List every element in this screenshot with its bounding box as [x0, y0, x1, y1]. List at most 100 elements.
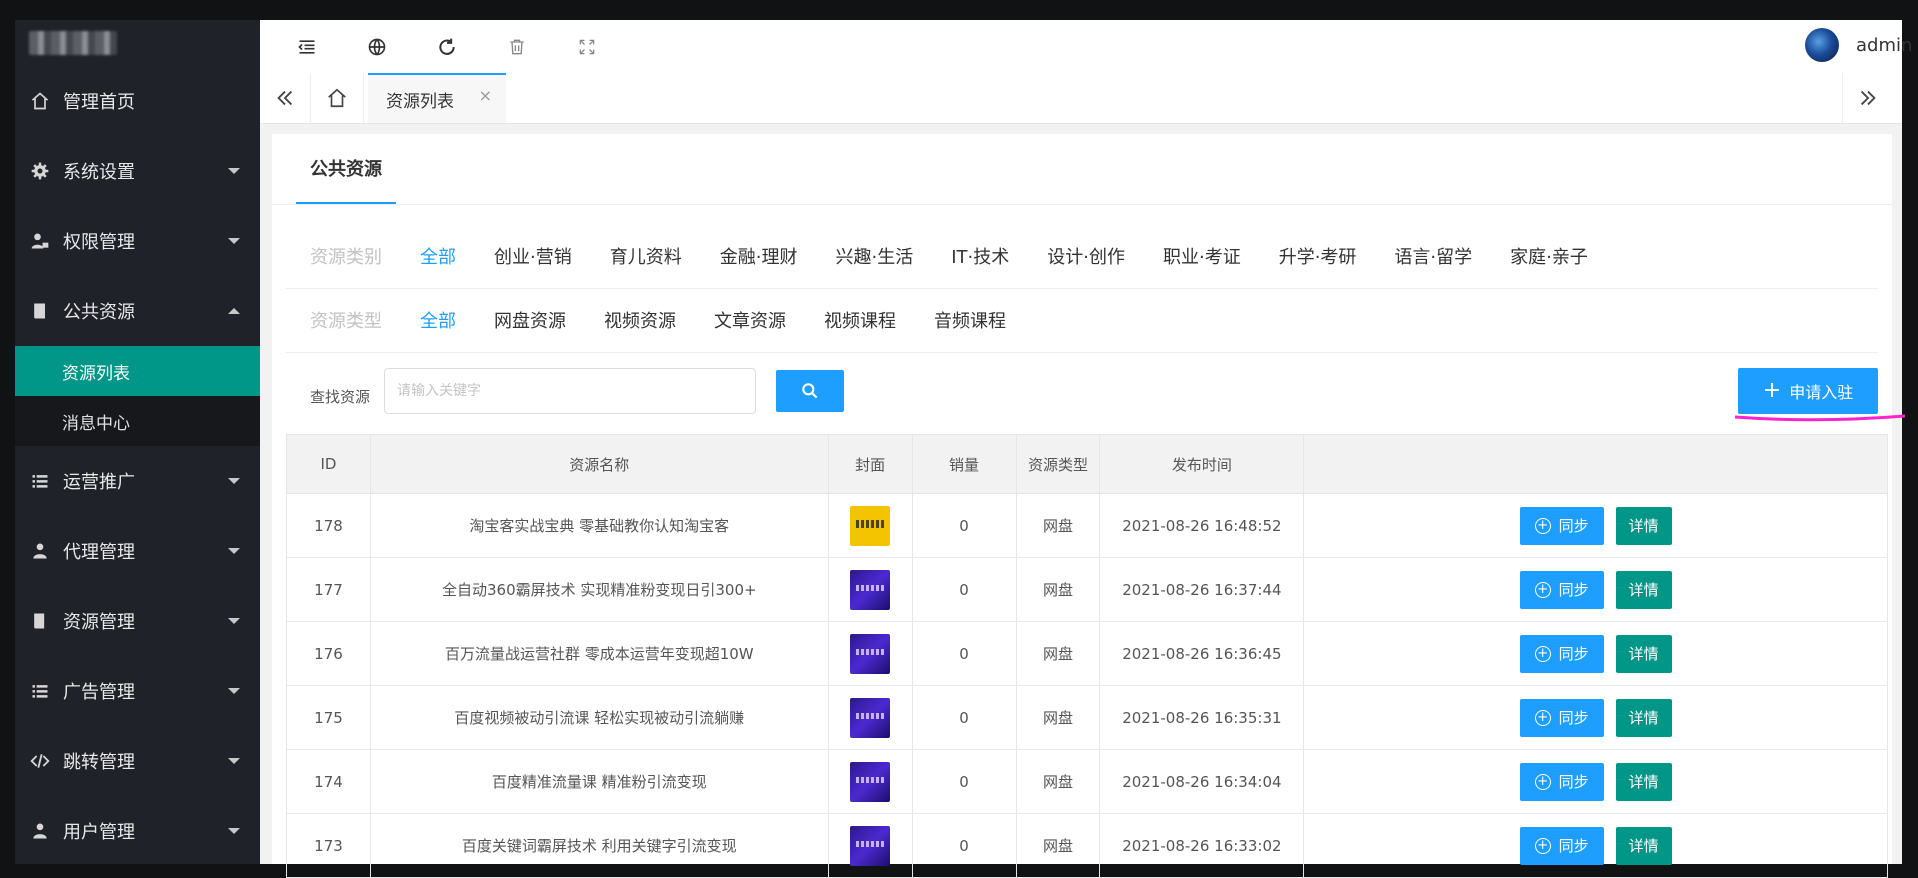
type-option[interactable]: 视频课程 [824, 307, 896, 333]
table-row: 174 百度精准流量课 精准粉引流变现 0 网盘 2021-08-26 16:34:04… [286, 749, 1888, 814]
cell-actions: + 同步 详情 [1303, 493, 1888, 558]
category-option[interactable]: 设计·创作 [1047, 243, 1125, 269]
plus-circle-icon: + [1534, 645, 1551, 662]
cover-thumbnail[interactable] [850, 825, 891, 866]
cover-thumbnail[interactable] [850, 569, 891, 610]
table-row: 175 百度视频被动引流课 轻松实现被动引流躺赚 0 网盘 2021-08-26 16:… [286, 685, 1888, 750]
sync-button[interactable]: + 同步 [1519, 634, 1604, 673]
sync-button[interactable]: + 同步 [1519, 698, 1604, 737]
sidebar-item-users[interactable]: 用户管理 [15, 796, 260, 864]
cell-sales: 0 [911, 685, 1017, 750]
cell-cover [827, 493, 913, 558]
sync-button[interactable]: + 同步 [1519, 506, 1604, 545]
detail-button[interactable]: 详情 [1615, 634, 1672, 673]
category-option[interactable]: 全部 [420, 243, 456, 269]
table-row: 178 淘宝客实战宝典 零基础教你认知淘宝客 0 网盘 2021-08-26 16:48… [286, 493, 1888, 558]
category-option[interactable]: 创业·营销 [494, 243, 572, 269]
type-option[interactable]: 网盘资源 [494, 307, 566, 333]
trash-icon[interactable] [506, 36, 528, 58]
category-option[interactable]: 职业·考证 [1163, 243, 1241, 269]
sync-label: 同步 [1558, 581, 1589, 599]
sidebar-item-operations[interactable]: 运营推广 [15, 446, 260, 516]
type-option[interactable]: 文章资源 [714, 307, 786, 333]
column-header-cover[interactable]: 封面 [827, 434, 913, 494]
type-option[interactable]: 音频课程 [934, 307, 1006, 333]
category-option[interactable]: 语言·留学 [1394, 243, 1472, 269]
sync-button[interactable]: + 同步 [1519, 826, 1604, 865]
search-button[interactable] [776, 370, 844, 412]
fullscreen-icon[interactable] [576, 36, 598, 58]
sidebar-item-agents[interactable]: 代理管理 [15, 516, 260, 586]
cell-cover [827, 557, 913, 622]
category-option[interactable]: IT·技术 [951, 243, 1009, 269]
globe-icon[interactable] [366, 36, 388, 58]
type-option[interactable]: 全部 [420, 307, 456, 333]
column-header-type[interactable]: 资源类型 [1015, 434, 1101, 494]
cell-actions: + 同步 详情 [1303, 813, 1888, 878]
detail-button[interactable]: 详情 [1615, 762, 1672, 801]
home-tab-icon[interactable] [310, 73, 364, 123]
cover-thumbnail[interactable] [850, 505, 891, 546]
cover-thumbnail[interactable] [850, 697, 891, 738]
tab-public-resources[interactable]: 公共资源 [296, 134, 396, 204]
detail-button[interactable]: 详情 [1615, 698, 1672, 737]
tabs-scroll-left-icon[interactable] [260, 73, 310, 123]
sidebar-item-message-center[interactable]: 消息中心 [15, 396, 260, 446]
sidebar: 管理首页 系统设置 权限管理 公共资源 资源列表 消息中心 运营推广 代理管理 … [15, 20, 260, 864]
chevron-down-icon [228, 478, 240, 484]
column-header-time[interactable]: 发布时间 [1099, 434, 1305, 494]
column-header-name[interactable]: 资源名称 [369, 434, 829, 494]
home-icon [29, 90, 51, 112]
refresh-icon[interactable] [436, 36, 458, 58]
cell-sales: 0 [911, 749, 1017, 814]
tabs-scroll-right-icon[interactable] [1842, 73, 1893, 123]
sync-button[interactable]: + 同步 [1519, 762, 1604, 801]
cell-name: 淘宝客实战宝典 零基础教你认知淘宝客 [369, 493, 829, 558]
cell-time: 2021-08-26 16:33:02 [1099, 813, 1305, 878]
close-icon[interactable]: × [479, 86, 492, 105]
tab-resource-list[interactable]: 资源列表 × [368, 73, 506, 123]
column-header-id[interactable]: ID [286, 434, 371, 494]
sidebar-item-label: 跳转管理 [63, 752, 135, 773]
column-header-sales[interactable]: 销量 [911, 434, 1017, 494]
sidebar-item-public-resources[interactable]: 公共资源 [15, 276, 260, 346]
sidebar-item-permissions[interactable]: 权限管理 [15, 206, 260, 276]
cell-type: 网盘 [1015, 557, 1101, 622]
apply-join-label: 申请入驻 [1789, 383, 1854, 402]
cell-type: 网盘 [1015, 493, 1101, 558]
category-option[interactable]: 金融·理财 [720, 243, 798, 269]
logo [15, 20, 260, 66]
search-input[interactable] [384, 368, 756, 414]
book-icon [29, 610, 51, 632]
category-option[interactable]: 家庭·亲子 [1510, 243, 1588, 269]
sidebar-item-ads[interactable]: 广告管理 [15, 656, 260, 726]
cell-actions: + 同步 详情 [1303, 749, 1888, 814]
menu-collapse-icon[interactable] [296, 36, 318, 58]
type-option[interactable]: 视频资源 [604, 307, 676, 333]
plus-circle-icon: + [1534, 773, 1551, 790]
detail-button[interactable]: 详情 [1615, 506, 1672, 545]
apply-join-button[interactable]: + 申请入驻 [1738, 368, 1878, 414]
cell-name: 百度关键词霸屏技术 利用关键字引流变现 [369, 813, 829, 878]
resource-table: ID 资源名称 封面 销量 资源类型 发布时间 178 淘宝客实战宝典 零基础教你… [286, 434, 1888, 878]
sidebar-item-home[interactable]: 管理首页 [15, 66, 260, 136]
category-option[interactable]: 升学·考研 [1279, 243, 1357, 269]
category-option[interactable]: 兴趣·生活 [835, 243, 913, 269]
cover-thumbnail[interactable] [850, 761, 891, 802]
detail-button[interactable]: 详情 [1615, 570, 1672, 609]
avatar[interactable] [1805, 28, 1839, 62]
cover-thumbnail[interactable] [850, 633, 891, 674]
plus-circle-icon: + [1534, 709, 1551, 726]
category-option[interactable]: 育儿资料 [610, 243, 682, 269]
sidebar-item-redirects[interactable]: 跳转管理 [15, 726, 260, 796]
sync-button[interactable]: + 同步 [1519, 570, 1604, 609]
chevron-down-icon [228, 688, 240, 694]
sidebar-item-resource-list[interactable]: 资源列表 [15, 346, 260, 396]
cell-time: 2021-08-26 16:34:04 [1099, 749, 1305, 814]
sidebar-item-resource-management[interactable]: 资源管理 [15, 586, 260, 656]
user-name[interactable]: admin [1856, 35, 1912, 56]
detail-button[interactable]: 详情 [1615, 826, 1672, 865]
cell-cover [827, 749, 913, 814]
sidebar-item-system-settings[interactable]: 系统设置 [15, 136, 260, 206]
code-icon [29, 750, 51, 772]
